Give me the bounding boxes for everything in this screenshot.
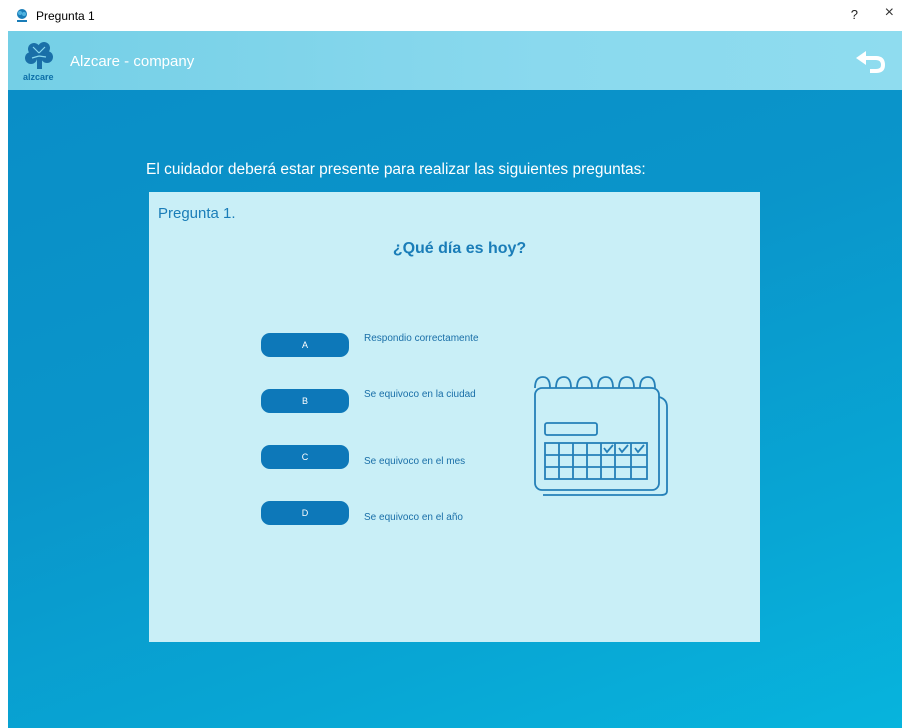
alzcare-logo: alzcare <box>20 39 60 85</box>
app-icon <box>17 8 27 22</box>
option-c-label: Se equivoco en el mes <box>364 456 466 467</box>
title-bar: Pregunta 1 ? × <box>8 0 902 31</box>
app-header: alzcare Alzcare - company <box>8 31 902 90</box>
question-number: Pregunta 1. <box>158 205 236 222</box>
option-d-button[interactable]: D <box>261 501 349 525</box>
option-b-button[interactable]: B <box>261 389 349 413</box>
main-area: El cuidador deberá estar presente para r… <box>8 90 902 728</box>
close-button[interactable]: × <box>885 4 894 22</box>
company-name: Alzcare - company <box>70 53 195 70</box>
option-d-label: Se equivoco en el año <box>364 512 463 523</box>
logo-wordmark: alzcare <box>23 72 54 82</box>
window-title: Pregunta 1 <box>36 8 95 23</box>
instruction-text: El cuidador deberá estar presente para r… <box>146 161 646 178</box>
app-window: Pregunta 1 ? × alzcare Alzcare - company… <box>8 0 902 728</box>
back-arrow-icon[interactable] <box>854 48 888 74</box>
question-panel: Pregunta 1. ¿Qué día es hoy? A Respondio… <box>149 192 760 642</box>
help-button[interactable]: ? <box>851 7 858 22</box>
option-a-label: Respondio correctamente <box>364 333 479 344</box>
calendar-icon <box>534 376 668 496</box>
option-c-button[interactable]: C <box>261 445 349 469</box>
option-a-button[interactable]: A <box>261 333 349 357</box>
question-text: ¿Qué día es hoy? <box>392 240 527 257</box>
option-b-label: Se equivoco en la ciudad <box>364 389 476 400</box>
brain-icon <box>25 42 53 69</box>
